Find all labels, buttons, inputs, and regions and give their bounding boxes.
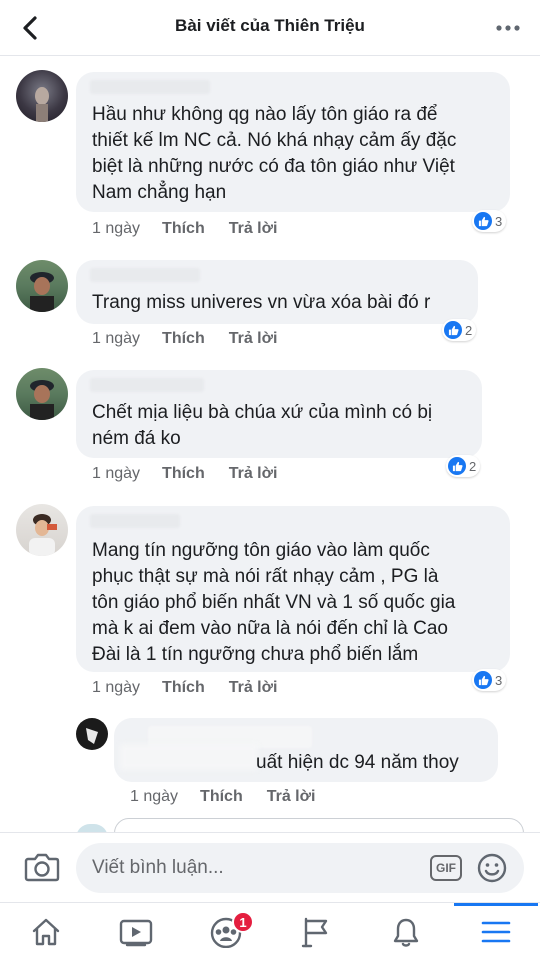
input-placeholder: Viết bình luận... (92, 857, 224, 878)
tab-home[interactable] (16, 911, 76, 953)
like-link[interactable]: Thích (162, 330, 205, 348)
comment-text: Mang tín ngưỡng tôn giáo vào làm quốc ph… (92, 540, 456, 665)
comment-bubble[interactable]: Hầu như không qg nào lấy tôn giáo ra để … (76, 72, 510, 212)
like-icon (444, 321, 462, 339)
reaction-count[interactable]: 2 (442, 319, 477, 341)
comment-text: Hầu như không qg nào lấy tôn giáo ra để … (92, 104, 457, 203)
comment-time: 1 ngày (92, 330, 141, 347)
reaction-count[interactable]: 2 (446, 455, 481, 477)
comment-actions: 1 ngày Thích Trả lời (92, 679, 277, 697)
avatar[interactable] (16, 368, 68, 420)
author-name[interactable] (90, 514, 180, 528)
like-icon (474, 671, 492, 689)
video-icon (119, 919, 153, 947)
comment-actions: 1 ngày Thích Trả lời (92, 465, 277, 483)
active-tab-indicator (454, 903, 538, 906)
pages-flag-icon (301, 917, 328, 948)
tab-groups[interactable]: 1 (196, 911, 256, 953)
like-icon (448, 457, 466, 475)
reply-text: uất hiện dc 94 năm thoy (256, 752, 459, 773)
reply-link[interactable]: Trả lời (229, 679, 278, 697)
author-name[interactable] (90, 268, 200, 282)
comment-time: 1 ngày (92, 220, 141, 237)
top-bar: Bài viết của Thiên Triệu (0, 0, 540, 56)
bottom-tab-bar: 1 (0, 902, 540, 960)
comment-actions: 1 ngày Thích Trả lời (92, 330, 277, 348)
page-title: Bài viết của Thiên Triệu (175, 16, 365, 35)
reaction-number: 2 (465, 322, 473, 338)
gif-icon: GIF (436, 861, 456, 875)
like-link[interactable]: Thích (200, 788, 243, 806)
reply-actions: 1 ngày Thích Trả lời (130, 788, 315, 806)
bell-icon (393, 918, 419, 947)
comment-actions: 1 ngày Thích Trả lời (92, 220, 277, 238)
more-dots-icon (496, 25, 520, 31)
avatar[interactable] (16, 70, 68, 122)
tab-menu[interactable] (466, 911, 526, 953)
reaction-number: 3 (495, 213, 503, 229)
comment-bubble[interactable]: Chết mịa liệu bà chúa xứ của mình có bị … (76, 370, 482, 458)
reply-link[interactable]: Trả lời (229, 465, 278, 483)
comment-time: 1 ngày (92, 679, 141, 696)
reaction-count[interactable]: 3 (472, 669, 507, 691)
like-link[interactable]: Thích (162, 465, 205, 483)
tab-pages[interactable] (286, 911, 346, 953)
reply-link[interactable]: Trả lời (229, 330, 278, 348)
comment-bubble[interactable]: Trang miss univeres vn vừa xóa bài đó r (76, 260, 478, 324)
more-options-button[interactable] (494, 14, 522, 42)
like-link[interactable]: Thích (162, 679, 205, 697)
like-link[interactable]: Thích (162, 220, 205, 238)
camera-button[interactable] (24, 851, 60, 885)
emoji-button[interactable] (476, 852, 508, 884)
camera-icon (24, 853, 60, 882)
menu-icon (481, 921, 511, 943)
like-icon (474, 212, 492, 230)
reaction-number: 2 (469, 458, 477, 474)
comment-time: 1 ngày (92, 465, 141, 482)
reply-bubble[interactable]: uất hiện dc 94 năm thoy (114, 718, 498, 782)
reply-blur-overlay (120, 744, 258, 770)
home-icon (32, 918, 60, 946)
reply-link[interactable]: Trả lời (267, 788, 316, 806)
reaction-count[interactable]: 3 (472, 210, 507, 232)
tab-watch[interactable] (106, 911, 166, 953)
avatar[interactable] (16, 260, 68, 312)
author-name[interactable] (90, 80, 210, 94)
comment-text: Chết mịa liệu bà chúa xứ của mình có bị … (92, 402, 433, 449)
comment-text: Trang miss univeres vn vừa xóa bài đó r (92, 292, 431, 313)
comment-composer: Viết bình luận... GIF (0, 832, 540, 902)
emoji-icon (477, 853, 507, 883)
avatar[interactable] (76, 718, 108, 750)
reaction-number: 3 (495, 672, 503, 688)
reply-link[interactable]: Trả lời (229, 220, 278, 238)
notification-badge: 1 (232, 911, 254, 933)
gif-button[interactable]: GIF (430, 855, 462, 881)
author-name[interactable] (90, 378, 204, 392)
reply-time: 1 ngày (130, 788, 179, 805)
tab-notifications[interactable] (376, 911, 436, 953)
comment-bubble[interactable]: Mang tín ngưỡng tôn giáo vào làm quốc ph… (76, 506, 510, 672)
avatar[interactable] (16, 504, 68, 556)
comment-input[interactable]: Viết bình luận... GIF (76, 843, 524, 893)
